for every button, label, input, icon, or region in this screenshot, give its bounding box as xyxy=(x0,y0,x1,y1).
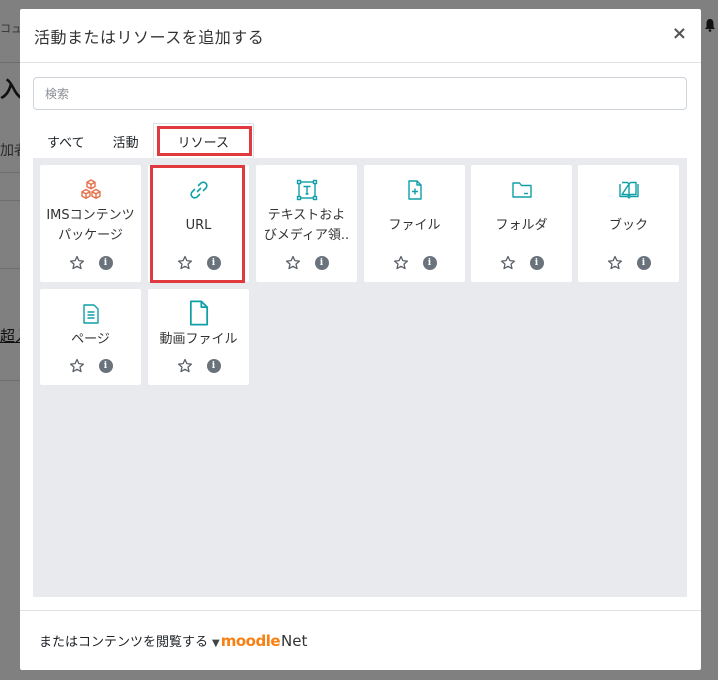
star-icon[interactable] xyxy=(69,358,85,374)
resource-card-ims-package[interactable]: IMSコンテンツ パッケージ i xyxy=(40,165,141,282)
link-icon xyxy=(189,181,208,199)
background-divider xyxy=(0,268,20,269)
star-icon[interactable] xyxy=(69,255,85,271)
background-divider xyxy=(0,200,20,201)
resource-card-text-media[interactable]: テキストおよ びメディア領.. i xyxy=(256,165,357,282)
resource-card-file[interactable]: ファイル i xyxy=(364,165,465,282)
background-divider xyxy=(0,172,20,173)
modal-title: 活動またはリソースを追加する xyxy=(34,27,265,47)
file-icon xyxy=(407,180,422,200)
highlight-box xyxy=(156,126,252,156)
star-icon[interactable] xyxy=(177,358,193,374)
card-actions: i xyxy=(471,255,572,271)
moodlenet-logo-net: Net xyxy=(281,631,308,650)
label-line: 動画ファイル xyxy=(159,332,238,347)
book-icon xyxy=(618,181,639,199)
label-line: ページ xyxy=(71,332,110,347)
resource-card-label: ページ xyxy=(40,329,141,351)
info-icon[interactable]: i xyxy=(98,359,113,373)
resource-card-page[interactable]: ページ i xyxy=(40,289,141,385)
star-icon[interactable] xyxy=(285,255,301,271)
label-line: テキストおよ xyxy=(267,208,346,223)
video-file-icon xyxy=(189,300,208,326)
label-line: ファイル xyxy=(388,218,441,233)
modal-header: 活動またはリソースを追加する × xyxy=(20,9,701,63)
info-icon[interactable]: i xyxy=(98,256,113,270)
info-icon[interactable]: i xyxy=(422,256,437,270)
tab-label: 活動 xyxy=(112,135,139,151)
resource-grid: IMSコンテンツ パッケージ i URL i テキストおよ びメディア領.. i… xyxy=(33,158,687,597)
label-line: フォルダ xyxy=(495,218,548,233)
resource-card-video-file[interactable]: 動画ファイル i xyxy=(148,289,249,385)
label-line: パッケージ xyxy=(58,228,123,243)
label-line: IMSコンテンツ xyxy=(46,208,135,223)
resource-card-label: フォルダ xyxy=(471,205,572,247)
info-icon[interactable]: i xyxy=(529,256,544,270)
card-actions: i xyxy=(40,255,141,271)
resource-card-label: URL xyxy=(148,205,249,247)
resource-card-label: ブック xyxy=(578,205,679,247)
tab-resources[interactable]: リソース xyxy=(152,123,254,159)
resource-card-label: IMSコンテンツ パッケージ xyxy=(40,205,141,247)
background-divider xyxy=(0,380,20,381)
star-icon[interactable] xyxy=(500,255,516,271)
close-button[interactable]: × xyxy=(672,25,687,43)
modal-footer: またはコンテンツを閲覧する ▼ moodle Net xyxy=(20,610,701,670)
info-icon[interactable]: i xyxy=(206,359,221,373)
ims-package-icon xyxy=(80,179,101,199)
tab-activities[interactable]: 活動 xyxy=(99,123,153,159)
card-actions: i xyxy=(256,255,357,271)
add-activity-resource-modal: 活動またはリソースを追加する × すべて 活動 リソース xyxy=(20,9,701,670)
label-line: URL xyxy=(185,218,212,233)
resource-card-book[interactable]: ブック i xyxy=(578,165,679,282)
star-icon[interactable] xyxy=(393,255,409,271)
card-actions: i xyxy=(364,255,465,271)
label-line: ブック xyxy=(608,218,648,233)
footer-text: またはコンテンツを閲覧する xyxy=(39,635,209,650)
card-actions: i xyxy=(40,358,141,374)
resource-card-label: ファイル xyxy=(364,205,465,247)
background-heading-fragment: 入 xyxy=(0,78,23,103)
moodlenet-link[interactable]: ▼ moodle Net xyxy=(212,632,307,650)
card-actions: i xyxy=(148,358,249,374)
resource-card-url[interactable]: URL i xyxy=(148,165,249,283)
graduation-cap-icon: ▼ xyxy=(212,637,220,649)
resource-card-label: テキストおよ びメディア領.. xyxy=(256,205,357,247)
info-icon[interactable]: i xyxy=(636,256,651,270)
search-input[interactable] xyxy=(33,77,687,110)
page-icon xyxy=(82,304,99,324)
background-divider xyxy=(0,62,20,63)
info-icon[interactable]: i xyxy=(206,256,221,270)
info-icon[interactable]: i xyxy=(314,256,329,270)
moodlenet-logo-moodle: moodle xyxy=(220,631,281,650)
text-media-icon xyxy=(296,179,317,201)
label-line: びメディア領.. xyxy=(263,228,350,243)
folder-icon xyxy=(511,182,532,198)
star-icon[interactable] xyxy=(607,255,623,271)
card-actions: i xyxy=(578,255,679,271)
star-icon[interactable] xyxy=(177,255,193,271)
resource-card-label: 動画ファイル xyxy=(148,329,249,351)
notification-bell-icon[interactable] xyxy=(704,18,716,32)
tab-all[interactable]: すべて xyxy=(33,123,99,159)
tab-label: すべて xyxy=(47,135,85,151)
card-actions: i xyxy=(148,255,249,271)
resource-card-folder[interactable]: フォルダ i xyxy=(471,165,572,282)
tab-bar: すべて 活動 リソース xyxy=(33,123,254,159)
